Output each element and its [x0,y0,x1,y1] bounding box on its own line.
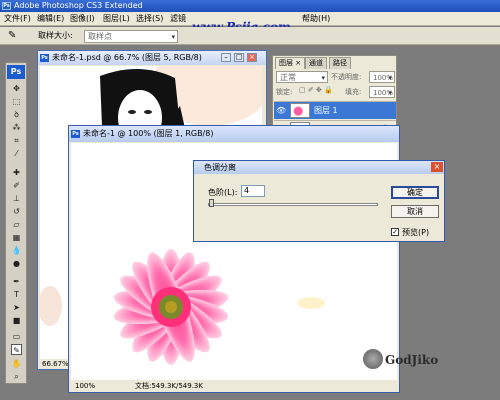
menu-select[interactable]: 选择(S) [136,13,163,25]
type-icon[interactable]: T [11,289,22,300]
layer-row-1[interactable]: 👁 图层 1 [274,101,396,119]
brand-logo: GodJiko [363,349,439,369]
hand-icon[interactable]: ✋ [11,358,22,369]
history-brush-icon[interactable]: ↺ [11,206,22,217]
brush-icon[interactable]: ✐ [11,180,22,191]
magic-wand-icon[interactable]: ⁂ [11,122,22,133]
gradient-icon[interactable]: ▦ [11,232,22,243]
brand-text: GodJiko [385,353,439,367]
levels-input[interactable]: 4 [241,185,265,197]
minimize-button[interactable]: – [221,53,231,62]
ps-doc-icon: Ps [71,130,80,138]
dialog-title: 色调分离 [204,163,236,172]
eyedropper-icon[interactable]: ✎ [11,344,22,355]
ok-button[interactable]: 确定 [391,186,439,199]
blur-icon[interactable]: 💧 [11,245,22,256]
crop-icon[interactable]: ⌗ [11,135,22,146]
fill-label: 填充: [345,88,362,96]
sample-size-label: 取样大小: [38,31,73,40]
ps-logo: Ps [7,65,25,79]
opacity-label: 不透明度: [331,73,362,81]
cancel-button[interactable]: 取消 [391,205,439,218]
preview-label[interactable]: 预览(P) [402,227,429,238]
doc2-title-bar[interactable]: Ps 未命名-1 @ 100% (图层 1, RGB/8) [69,126,399,142]
tab-layers[interactable]: 图层 × [275,57,306,69]
app-title: Adobe Photoshop CS3 Extended [14,1,143,10]
maximize-button[interactable]: □ [234,53,244,62]
path-select-icon[interactable]: ➤ [11,302,22,313]
shape-icon[interactable]: ■ [11,315,22,326]
move-icon[interactable]: ✥ [11,83,22,94]
doc2-zoom[interactable]: 100% [75,380,95,392]
levels-slider-thumb[interactable] [208,199,214,207]
lock-label: 锁定: [276,88,293,96]
menu-bar: 文件(F) 编辑(E) 图像(I) 图层(L) 选择(S) 滤镜 帮助(H) w… [0,12,500,34]
lock-icons[interactable]: ▢ ✐ ✥ 🔒 [299,86,333,94]
healing-icon[interactable]: ✚ [11,167,22,178]
sample-size-select[interactable]: 取样点 [84,30,178,43]
notes-icon[interactable]: ▭ [11,331,22,342]
toolbox: Ps ✥ ⬚ ꝺ ⁂ ⌗ ⁄ ✚ ✐ ⊥ ↺ ▱ ▦ 💧 ● ✒ T ➤ ■ ▭… [5,62,27,384]
menu-filter[interactable]: 滤镜 [170,13,186,25]
fill-input[interactable]: 100% [369,86,395,99]
doc1-title-bar[interactable]: Ps 未命名-1.psd @ 66.7% (图层 5, RGB/8) – □ × [38,51,266,65]
app-icon: Ps [2,2,11,10]
menu-help[interactable]: 帮助(H) [302,13,330,25]
title-bar: Ps Adobe Photoshop CS3 Extended [0,0,500,12]
layer-name[interactable]: 图层 1 [314,105,338,116]
dialog-title-bar[interactable]: 色调分离 × [194,161,444,174]
zoom-icon[interactable]: ⌕ [11,371,22,382]
opacity-input[interactable]: 100% [369,71,395,84]
options-bar: ✎ 取样大小: 取样点 [0,27,500,45]
blend-mode-select[interactable]: 正常 [276,71,328,84]
brand-ring-icon [363,349,383,369]
marquee-icon[interactable]: ⬚ [11,96,22,107]
layer-thumbnail [290,103,310,118]
doc2-status-bar: 100% 文档:549.3K/549.3K [71,380,397,392]
menu-file[interactable]: 文件(F) [4,13,31,25]
doc1-title: 未命名-1.psd @ 66.7% (图层 5, RGB/8) [52,53,202,62]
menu-edit[interactable]: 编辑(E) [37,13,64,25]
menu-layer[interactable]: 图层(L) [103,13,130,25]
stamp-icon[interactable]: ⊥ [11,193,22,204]
pen-icon[interactable]: ✒ [11,276,22,287]
menu-image[interactable]: 图像(I) [70,13,95,25]
dodge-icon[interactable]: ● [11,258,22,269]
levels-label: 色阶(L): [208,188,238,197]
close-button[interactable]: × [247,53,257,62]
ps-doc-icon: Ps [40,54,49,62]
eraser-icon[interactable]: ▱ [11,219,22,230]
posterize-dialog: 色调分离 × 色阶(L): 4 确定 取消 ✓ 预览(P) [193,160,445,242]
lasso-icon[interactable]: ꝺ [11,109,22,120]
tab-paths[interactable]: 路径 [329,57,351,69]
eyedropper-tool-icon[interactable]: ✎ [8,30,16,41]
slice-icon[interactable]: ⁄ [11,148,22,159]
doc1-zoom[interactable]: 66.67% [42,360,69,368]
preview-checkbox[interactable]: ✓ [391,228,399,236]
visibility-eye-icon[interactable]: 👁 [276,106,286,115]
tab-channels[interactable]: 通道 [305,57,327,69]
doc2-title: 未命名-1 @ 100% (图层 1, RGB/8) [83,129,214,138]
dialog-close-button[interactable]: × [431,162,443,172]
levels-slider-track[interactable] [208,203,378,206]
doc2-info[interactable]: 文档:549.3K/549.3K [135,380,203,392]
